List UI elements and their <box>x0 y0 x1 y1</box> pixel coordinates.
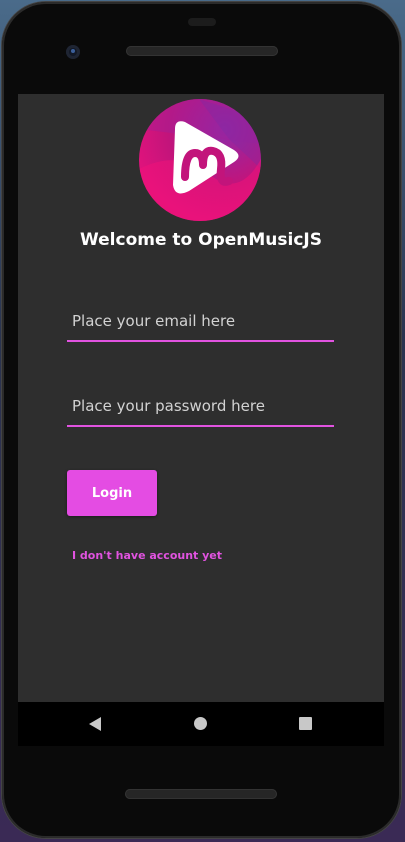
page-title: Welcome to OpenMusicJS <box>79 230 322 250</box>
recents-icon[interactable] <box>299 717 312 730</box>
app-screen: Welcome to OpenMusicJS Login I don't hav… <box>18 94 384 702</box>
play-music-logo-icon <box>139 99 261 221</box>
home-icon[interactable] <box>194 717 207 730</box>
login-button[interactable]: Login <box>67 470 157 516</box>
back-icon[interactable] <box>88 716 102 732</box>
email-field[interactable] <box>67 304 334 342</box>
no-account-link[interactable]: I don't have account yet <box>72 549 222 562</box>
earpiece <box>188 18 216 26</box>
email-input[interactable] <box>67 304 334 338</box>
front-camera-icon <box>66 45 80 59</box>
system-navigation-bar <box>18 702 384 746</box>
password-input[interactable] <box>67 389 334 423</box>
password-field[interactable] <box>67 389 334 427</box>
top-speaker-grille <box>126 46 278 56</box>
bottom-speaker-grille <box>125 789 277 799</box>
